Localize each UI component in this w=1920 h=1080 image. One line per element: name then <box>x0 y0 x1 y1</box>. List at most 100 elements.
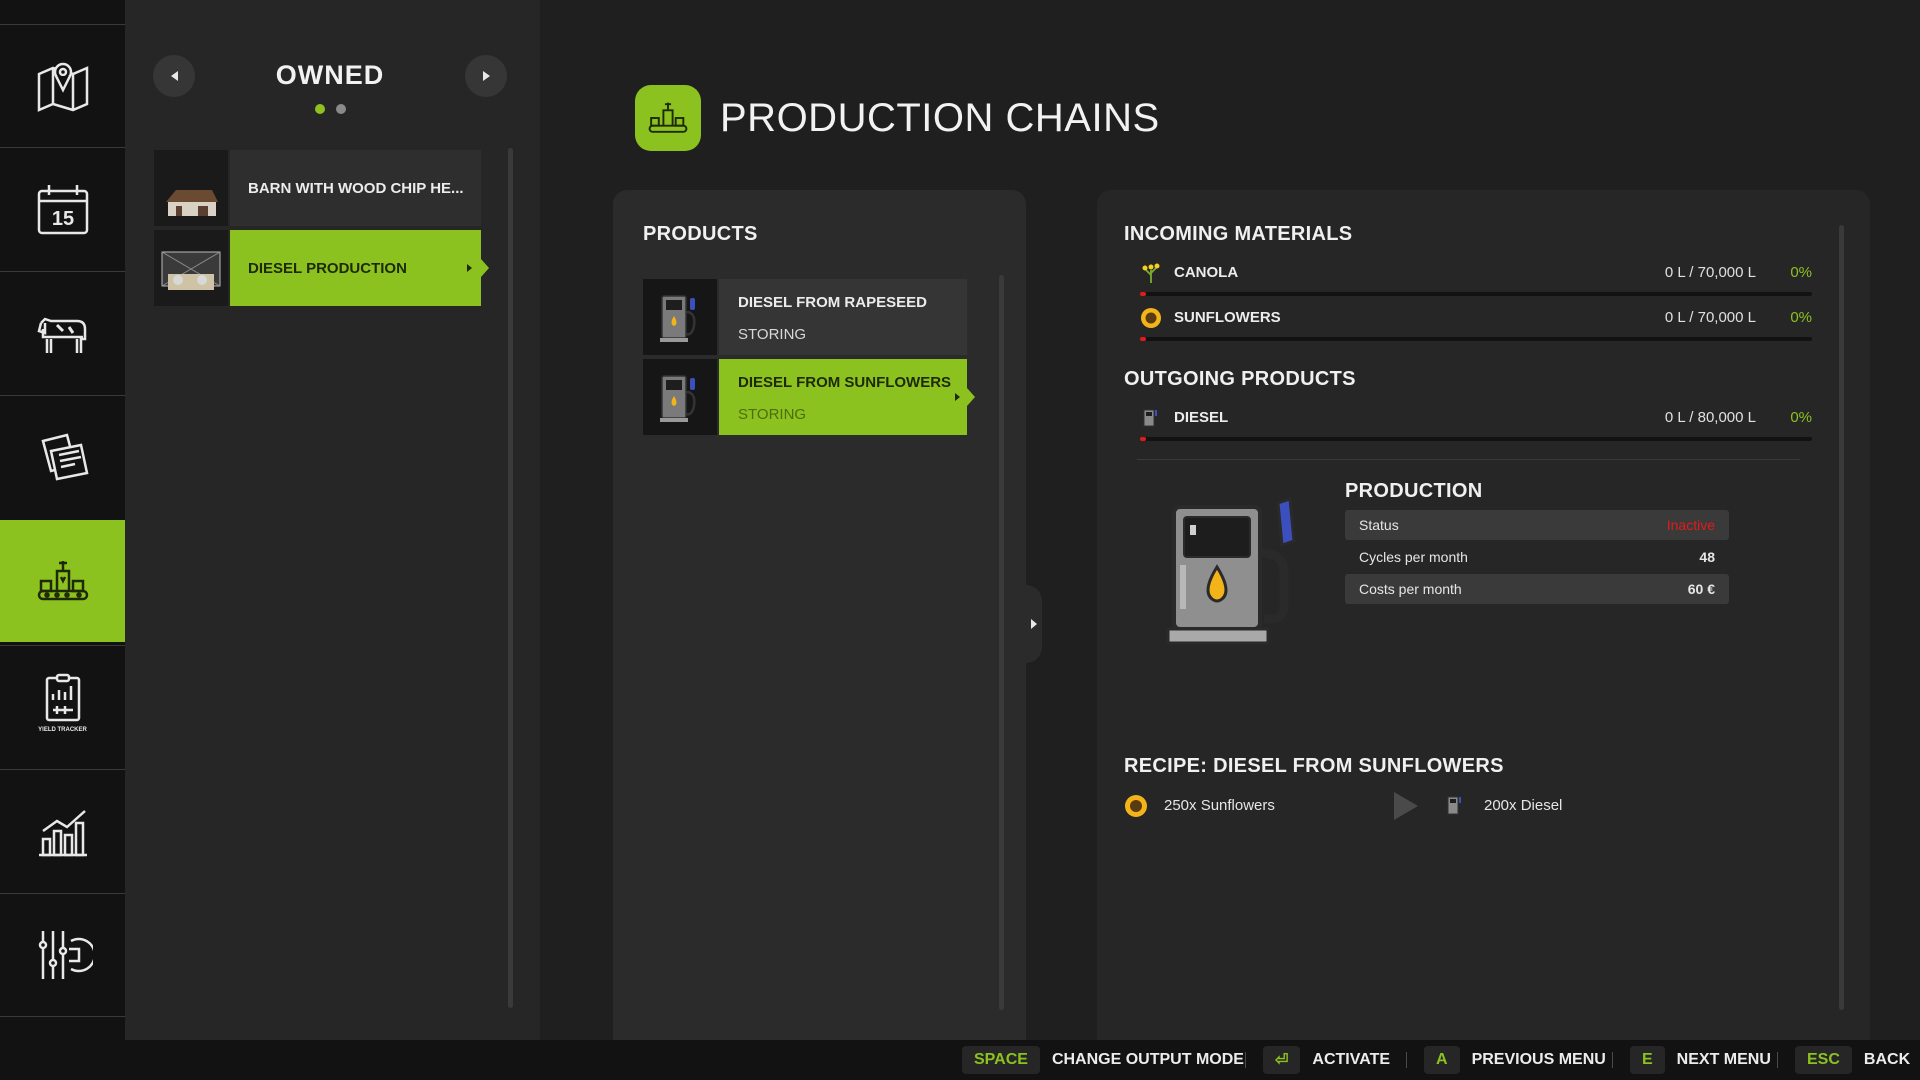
key-badge: SPACE <box>962 1046 1040 1074</box>
section-divider <box>1137 459 1800 460</box>
fill-level-fill <box>1140 337 1146 341</box>
page-title: PRODUCTION CHAINS <box>720 96 1160 140</box>
status-badge: Inactive <box>1666 517 1715 533</box>
stat-row-costs: Costs per month 60 € <box>1345 574 1729 604</box>
hint-label: CHANGE OUTPUT MODE <box>1051 1051 1244 1068</box>
products-scrollbar[interactable] <box>999 275 1004 1010</box>
list-item-label: DIESEL PRODUCTION <box>230 230 489 306</box>
key-badge: E <box>1630 1046 1665 1074</box>
stat-row-cycles: Cycles per month 48 <box>1345 542 1729 572</box>
outgoing-row-diesel: DIESEL 0 L / 80,000 L 0% <box>1140 407 1812 447</box>
svg-text:15: 15 <box>51 208 73 230</box>
arrow-left-icon <box>170 71 178 81</box>
material-name: SUNFLOWERS <box>1174 309 1281 326</box>
product-state: STORING <box>738 406 807 423</box>
material-percent: 0% <box>1790 309 1812 326</box>
play-arrow-icon <box>1394 792 1418 820</box>
factory-icon <box>648 102 688 133</box>
list-item-diesel-production[interactable]: DIESEL PRODUCTION <box>154 230 489 306</box>
material-name: DIESEL <box>1174 409 1229 426</box>
outgoing-products-heading: OUTGOING PRODUCTS <box>1124 368 1356 390</box>
product-state: STORING <box>738 326 807 343</box>
material-amount: 0 L / 80,000 L <box>1664 409 1756 426</box>
diesel-production-thumbnail <box>154 230 228 306</box>
enter-key-icon: ⏎ <box>1263 1046 1301 1074</box>
details-scrollbar[interactable] <box>1839 225 1844 1010</box>
product-name: DIESEL FROM RAPESEED <box>738 294 927 311</box>
stat-value: 48 <box>1699 549 1715 565</box>
material-name: CANOLA <box>1174 264 1239 281</box>
chevron-right-icon <box>955 393 960 401</box>
products-heading: PRODUCTS <box>643 223 758 245</box>
stat-value: 60 € <box>1687 581 1715 597</box>
hint-label: ACTIVATE <box>1312 1051 1391 1068</box>
key-badge: ESC <box>1795 1046 1852 1074</box>
product-item-sunflowers[interactable]: DIESEL FROM SUNFLOWERS STORING <box>643 359 975 435</box>
chevron-right-icon <box>467 264 472 272</box>
hint-back[interactable]: ESC BACK <box>1795 1046 1910 1074</box>
hint-divider <box>1777 1052 1778 1068</box>
product-item-rapeseed[interactable]: DIESEL FROM RAPESEED STORING <box>643 279 967 355</box>
settings-sliders-icon <box>38 930 93 979</box>
fill-level-bar <box>1140 292 1812 296</box>
factory-icon <box>37 561 88 601</box>
side-navigation: 15 YIELD TRACKER <box>0 0 133 1040</box>
recipe-output: 200x Diesel <box>1484 797 1563 814</box>
page-indicator-dot[interactable] <box>336 104 346 114</box>
nav-item-map[interactable] <box>0 24 125 146</box>
stat-label: Status <box>1359 517 1399 533</box>
material-amount: 0 L / 70,000 L <box>1664 309 1756 326</box>
recipe-heading: RECIPE: DIESEL FROM SUNFLOWERS <box>1124 755 1504 777</box>
incoming-row-sunflowers: SUNFLOWERS 0 L / 70,000 L 0% <box>1140 307 1812 347</box>
diesel-pump-icon <box>643 359 717 435</box>
nav-item-statistics[interactable] <box>0 769 125 891</box>
collapse-panel-button[interactable] <box>1026 585 1042 663</box>
arrow-right-icon <box>1031 619 1037 629</box>
canola-icon <box>1142 263 1160 283</box>
previous-category-button[interactable] <box>153 55 195 97</box>
list-item-label: BARN WITH WOOD CHIP HE... <box>230 150 481 226</box>
barn-thumbnail <box>154 150 228 226</box>
production-chains-header-icon <box>635 85 701 151</box>
nav-item-contracts[interactable] <box>0 395 125 517</box>
nav-item-animals[interactable] <box>0 271 125 393</box>
nav-divider <box>0 1016 125 1017</box>
fill-level-bar <box>1140 437 1812 441</box>
material-amount: 0 L / 70,000 L <box>1664 264 1756 281</box>
incoming-row-canola: CANOLA 0 L / 70,000 L 0% <box>1140 262 1812 302</box>
stat-label: Costs per month <box>1359 581 1462 597</box>
sunflower-icon <box>1125 795 1147 817</box>
diesel-pump-icon <box>1143 409 1157 427</box>
sunflower-icon <box>1141 308 1161 328</box>
diesel-pump-icon <box>1166 496 1296 645</box>
map-pin-icon <box>37 62 88 112</box>
fill-level-bar <box>1140 337 1812 341</box>
calendar-icon: 15 <box>37 184 88 234</box>
hint-label: BACK <box>1863 1051 1911 1068</box>
bar-chart-icon <box>38 809 87 856</box>
list-scrollbar[interactable] <box>508 148 513 1008</box>
material-percent: 0% <box>1790 409 1812 426</box>
list-title: OWNED <box>275 60 385 90</box>
nav-item-yield-tracker[interactable]: YIELD TRACKER <box>0 645 125 767</box>
list-item-barn[interactable]: BARN WITH WOOD CHIP HE... <box>154 150 481 226</box>
hint-previous-menu[interactable]: A PREVIOUS MENU <box>1424 1046 1606 1074</box>
hint-next-menu[interactable]: E NEXT MENU <box>1630 1046 1771 1074</box>
nav-item-production[interactable] <box>0 520 133 642</box>
next-category-button[interactable] <box>465 55 507 97</box>
product-name: DIESEL FROM SUNFLOWERS <box>738 374 952 391</box>
cow-icon <box>37 317 86 353</box>
hint-change-output-mode[interactable]: SPACE CHANGE OUTPUT MODE <box>962 1046 1244 1074</box>
hint-activate[interactable]: ⏎ ACTIVATE <box>1263 1046 1390 1074</box>
diesel-pump-icon <box>1447 796 1461 815</box>
page-indicator-dot[interactable] <box>315 104 325 114</box>
recipe-input: 250x Sunflowers <box>1164 797 1275 814</box>
nav-item-settings[interactable] <box>0 893 125 1015</box>
hint-label: PREVIOUS MENU <box>1471 1051 1606 1068</box>
nav-item-calendar[interactable]: 15 <box>0 147 125 269</box>
key-badge: A <box>1424 1046 1460 1074</box>
production-heading: PRODUCTION <box>1345 480 1483 502</box>
hint-divider <box>1406 1052 1407 1068</box>
arrow-right-icon <box>482 71 490 81</box>
yield-tracker-caption: YIELD TRACKER <box>38 727 87 733</box>
